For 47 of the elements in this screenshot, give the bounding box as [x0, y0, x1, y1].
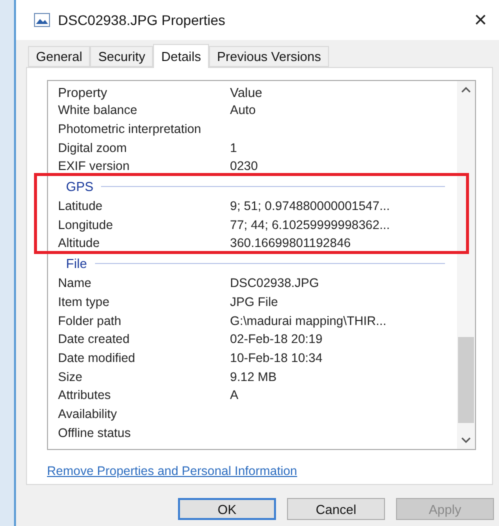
scrollbar[interactable]	[457, 81, 475, 449]
property-value: DSC02938.JPG	[230, 276, 319, 290]
property-value: 02-Feb-18 20:19	[230, 332, 322, 346]
property-value: 10-Feb-18 10:34	[230, 350, 322, 365]
image-file-icon	[34, 13, 50, 27]
property-name: Altitude	[58, 236, 101, 250]
property-value: 360.16699801192846	[230, 236, 351, 250]
column-header[interactable]: Property	[58, 85, 230, 101]
dialog-button[interactable]: Cancel	[287, 498, 385, 520]
column-header[interactable]: Value	[230, 85, 262, 101]
scroll-thumb[interactable]	[458, 337, 474, 423]
close-button[interactable]: ×	[474, 9, 487, 31]
property-name: Item type	[58, 294, 110, 309]
group-header: GPS	[66, 178, 94, 194]
scroll-up-icon[interactable]	[461, 87, 471, 93]
property-value: JPG File	[230, 294, 278, 309]
tab[interactable]: Security	[90, 46, 154, 67]
tab[interactable]: Details	[153, 44, 209, 68]
property-value: A	[230, 388, 238, 402]
dialog-button[interactable]: OK	[178, 498, 276, 520]
property-value: Auto	[230, 103, 256, 118]
tab[interactable]: General	[28, 46, 90, 67]
property-name: Photometric interpretation	[58, 122, 202, 136]
property-name: Digital zoom	[58, 140, 128, 155]
group-header: File	[66, 256, 87, 271]
property-value: 1	[230, 140, 237, 155]
window-title: DSC02938.JPG Properties	[58, 12, 226, 28]
tab[interactable]: Previous Versions	[208, 46, 330, 67]
property-name: White balance	[58, 103, 138, 118]
scroll-down-icon[interactable]	[461, 437, 471, 443]
property-value: G:\madurai mapping\THIR...	[230, 314, 386, 328]
property-value: 77; 44; 6.10259999998362...	[230, 218, 390, 232]
property-name: Size	[58, 370, 84, 384]
property-name: Date created	[58, 332, 131, 346]
property-value: 9.12 MB	[230, 370, 277, 384]
remove-properties-link[interactable]: Remove Properties and Personal Information	[47, 464, 298, 478]
property-name: Availability	[58, 406, 118, 421]
property-name: Attributes	[58, 388, 112, 402]
property-name: Folder path	[58, 314, 122, 328]
property-name: Offline status	[58, 426, 132, 440]
property-value: 0230	[230, 159, 258, 174]
property-name: Date modified	[58, 350, 136, 365]
property-name: Longitude	[58, 218, 114, 232]
property-name: Name	[58, 276, 92, 290]
property-value: 9; 51; 0.974880000001547...	[230, 199, 390, 214]
property-name: EXIF version	[58, 159, 131, 174]
property-name: Latitude	[58, 199, 104, 214]
